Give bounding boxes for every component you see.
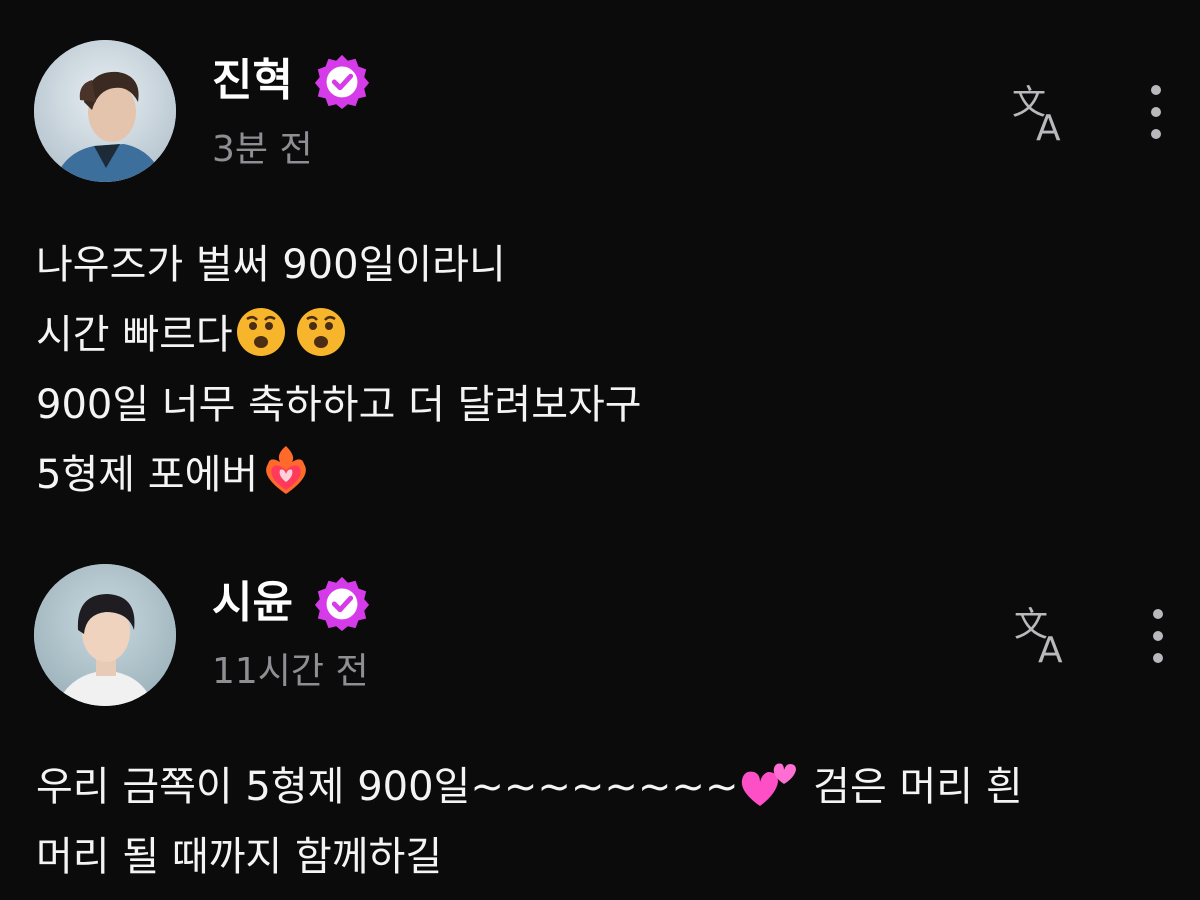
more-options-icon[interactable]	[1146, 80, 1166, 146]
avatar[interactable]	[34, 40, 176, 182]
post-line-text: 5형제 포에버	[36, 452, 259, 498]
two-hearts-emoji-icon	[742, 763, 797, 806]
post-body: 우리 금쪽이 5형제 900일~~~~~~~~ 검은 머리 흰 머리 될 때까지…	[36, 752, 1023, 892]
avatar[interactable]	[34, 564, 176, 706]
post-line: 우리 금쪽이 5형제 900일~~~~~~~~ 검은 머리 흰	[36, 752, 1023, 822]
post-line-text: 우리 금쪽이 5형제 900일~~~~~~~~	[36, 764, 739, 810]
post-line: 시간 빠르다	[36, 300, 642, 370]
svg-text:A: A	[1038, 630, 1063, 668]
post: 진혁 3분 전 文 A 나우즈가 벌써 900일이라니 시간 빠르다 900일 …	[0, 0, 1200, 540]
post-line-text-continued: 검은 머리 흰	[800, 764, 1023, 810]
author-row: 진혁	[212, 52, 371, 110]
verified-badge-icon	[314, 54, 370, 110]
post-line: 나우즈가 벌써 900일이라니	[36, 230, 642, 300]
author-row: 시윤	[212, 574, 371, 632]
post-line: 머리 될 때까지 함께하길	[36, 822, 1023, 892]
author-name[interactable]: 시윤	[212, 581, 293, 625]
verified-badge-icon	[314, 576, 370, 632]
avatar-image	[34, 564, 176, 706]
post: 시윤 11시간 전 文 A 우리 금쪽이 5형제 900일~~~~~~~~ 검은…	[0, 540, 1200, 900]
translate-icon[interactable]: 文 A	[1012, 602, 1078, 668]
post-time: 3분 전	[212, 129, 313, 170]
translate-icon[interactable]: 文 A	[1010, 80, 1076, 146]
author-name[interactable]: 진혁	[212, 59, 293, 103]
post-line-text: 900일 너무 축하하고 더 달려보자구	[36, 382, 642, 428]
post-line-text: 시간 빠르다	[36, 312, 233, 358]
post-line-text: 나우즈가 벌써 900일이라니	[36, 242, 506, 288]
anguished-face-emoji-icon	[236, 308, 285, 356]
more-options-icon[interactable]	[1148, 604, 1168, 670]
avatar-image	[34, 40, 176, 182]
heart-on-fire-emoji-icon	[266, 446, 307, 494]
post-body: 나우즈가 벌써 900일이라니 시간 빠르다 900일 너무 축하하고 더 달려…	[36, 230, 642, 510]
post-line: 5형제 포에버	[36, 440, 642, 510]
anguished-face-emoji-icon	[296, 308, 345, 356]
post-time: 11시간 전	[212, 651, 369, 692]
post-line: 900일 너무 축하하고 더 달려보자구	[36, 370, 642, 440]
post-line-text: 머리 될 때까지 함께하길	[36, 834, 443, 880]
svg-text:A: A	[1036, 108, 1061, 146]
